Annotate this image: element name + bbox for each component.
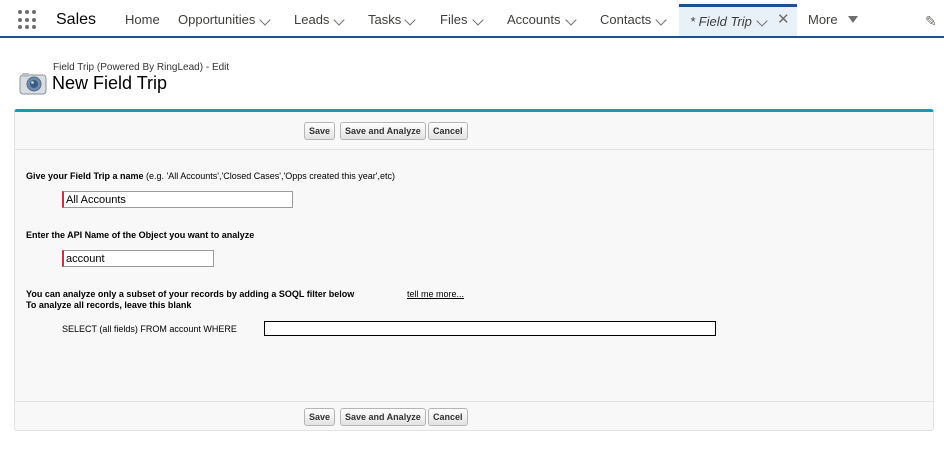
page-title: New Field Trip <box>52 73 168 93</box>
nav-item-contacts[interactable]: Contacts <box>600 12 651 27</box>
camera-icon <box>19 73 47 95</box>
save-and-analyze-button[interactable]: Save and Analyze <box>340 408 426 426</box>
chevron-down-icon[interactable] <box>333 14 345 26</box>
save-and-analyze-button[interactable]: Save and Analyze <box>340 122 426 140</box>
page-subtitle: Field Trip (Powered By RingLead) - Edit <box>53 62 230 73</box>
app-launcher-icon[interactable] <box>18 10 38 30</box>
global-nav-bar: Sales Home Opportunities Leads Tasks Fil… <box>0 0 944 38</box>
tell-me-more-link[interactable]: tell me more... <box>407 289 464 299</box>
field-trip-name-input[interactable] <box>62 191 293 208</box>
chevron-down-icon[interactable] <box>655 14 667 26</box>
nav-item-files[interactable]: Files <box>440 12 467 27</box>
chevron-down-icon[interactable] <box>565 14 577 26</box>
nav-item-leads[interactable]: Leads <box>294 12 329 27</box>
chevron-down-icon[interactable] <box>259 14 271 26</box>
edit-form-panel: Save Save and Analyze Cancel Give your F… <box>14 109 934 431</box>
nav-item-opportunities[interactable]: Opportunities <box>178 12 255 27</box>
nav-item-accounts[interactable]: Accounts <box>507 12 560 27</box>
soql-where-input[interactable] <box>264 321 716 336</box>
cancel-button[interactable]: Cancel <box>428 122 468 140</box>
nav-more[interactable]: More <box>808 12 838 27</box>
chevron-down-icon[interactable] <box>756 15 768 27</box>
object-field-label: Enter the API Name of the Object you wan… <box>26 230 255 240</box>
top-button-bar: Save Save and Analyze Cancel <box>15 112 933 150</box>
object-api-name-input[interactable] <box>62 250 214 267</box>
tab-field-trip-label: * Field Trip <box>690 14 752 29</box>
nav-item-tasks[interactable]: Tasks <box>368 12 401 27</box>
name-label-text: Give your Field Trip a name <box>26 171 144 181</box>
chevron-down-icon[interactable] <box>472 14 484 26</box>
chevron-down-icon[interactable] <box>404 14 416 26</box>
name-field-label: Give your Field Trip a name (e.g. 'All A… <box>26 171 395 181</box>
save-button[interactable]: Save <box>304 122 336 140</box>
select-prefix-label: SELECT (all fields) FROM account WHERE <box>62 324 237 334</box>
nav-item-home[interactable]: Home <box>125 12 160 27</box>
caret-down-icon[interactable] <box>848 16 858 23</box>
bottom-button-bar: Save Save and Analyze Cancel <box>15 401 933 432</box>
filter-instruction: You can analyze only a subset of your re… <box>26 289 355 299</box>
app-name: Sales <box>56 11 97 28</box>
pencil-icon[interactable]: ✎ <box>925 13 937 30</box>
save-button[interactable]: Save <box>304 408 336 426</box>
close-icon[interactable]: ✕ <box>777 12 790 27</box>
cancel-button[interactable]: Cancel <box>428 408 468 426</box>
name-label-hint: (e.g. 'All Accounts','Closed Cases','Opp… <box>143 171 395 181</box>
tab-field-trip[interactable]: * Field Trip ✕ <box>679 4 797 36</box>
filter-instruction-blank: To analyze all records, leave this blank <box>26 300 192 310</box>
